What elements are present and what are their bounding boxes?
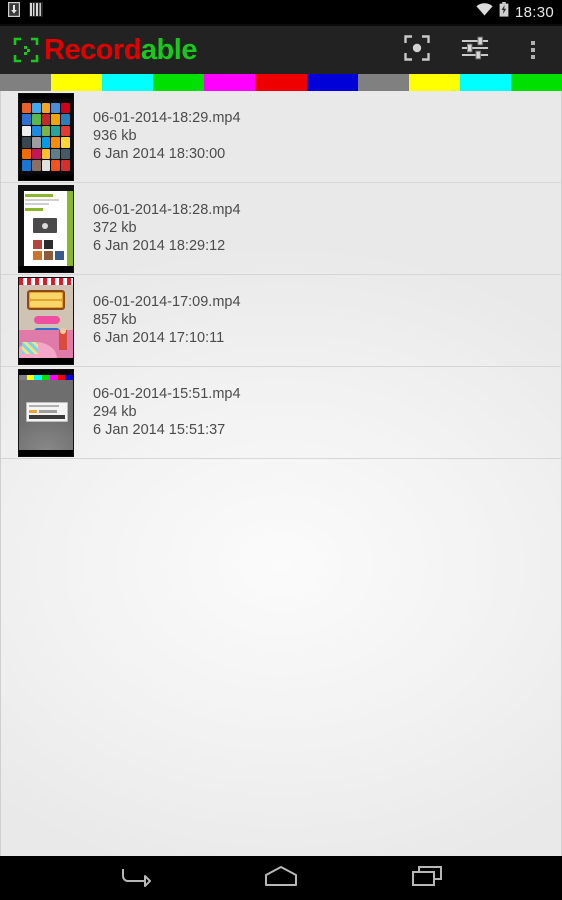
color-bar-segment bbox=[0, 74, 51, 91]
recording-thumbnail bbox=[18, 185, 74, 273]
color-bar-segment bbox=[204, 74, 255, 91]
list-item[interactable]: 06-01-2014-17:09.mp4 857 kb 6 Jan 2014 1… bbox=[1, 275, 561, 367]
color-test-bar bbox=[0, 74, 562, 91]
home-icon bbox=[264, 865, 298, 892]
battery-charging-icon bbox=[499, 2, 509, 22]
recordings-list[interactable]: 06-01-2014-18:29.mp4 936 kb 6 Jan 2014 1… bbox=[0, 91, 562, 856]
recording-date: 6 Jan 2014 18:30:00 bbox=[93, 146, 241, 163]
recording-thumbnail bbox=[18, 93, 74, 181]
recording-meta: 06-01-2014-18:28.mp4 372 kb 6 Jan 2014 1… bbox=[93, 202, 241, 254]
color-bar-segment bbox=[153, 74, 204, 91]
more-vert-icon bbox=[531, 41, 535, 59]
back-arrow-icon bbox=[119, 865, 151, 892]
app-title-part1: Record bbox=[44, 34, 141, 66]
action-bar: Recordable bbox=[0, 26, 562, 74]
recording-date: 6 Jan 2014 18:29:12 bbox=[93, 238, 241, 255]
recording-size: 294 kb bbox=[93, 404, 241, 421]
recording-thumbnail bbox=[18, 369, 74, 457]
download-icon bbox=[8, 2, 20, 22]
color-bar-segment bbox=[307, 74, 358, 91]
recents-icon bbox=[411, 865, 443, 892]
back-button[interactable] bbox=[108, 856, 162, 900]
recording-meta: 06-01-2014-15:51.mp4 294 kb 6 Jan 2014 1… bbox=[93, 386, 241, 438]
recording-size: 857 kb bbox=[93, 312, 241, 329]
recording-thumbnail bbox=[18, 277, 74, 365]
color-bar-segment bbox=[358, 74, 409, 91]
list-item[interactable]: 06-01-2014-18:29.mp4 936 kb 6 Jan 2014 1… bbox=[1, 91, 561, 183]
color-bar-segment bbox=[51, 74, 102, 91]
app-brand: Recordable bbox=[0, 36, 197, 65]
status-bar-left-icons bbox=[8, 2, 43, 22]
record-focus-icon bbox=[404, 35, 430, 66]
overflow-button[interactable] bbox=[504, 26, 562, 74]
recording-filename: 06-01-2014-18:29.mp4 bbox=[93, 110, 241, 127]
sliders-icon bbox=[461, 35, 489, 66]
app-title: Recordable bbox=[44, 36, 197, 65]
status-bar: 18:30 bbox=[0, 0, 562, 24]
settings-button[interactable] bbox=[446, 26, 504, 74]
recents-button[interactable] bbox=[400, 856, 454, 900]
color-bar-segment bbox=[102, 74, 153, 91]
color-bar-segment bbox=[255, 74, 306, 91]
home-button[interactable] bbox=[254, 856, 308, 900]
recording-meta: 06-01-2014-18:29.mp4 936 kb 6 Jan 2014 1… bbox=[93, 110, 241, 162]
app-drawer-icons bbox=[22, 103, 70, 171]
barcode-icon bbox=[29, 2, 43, 22]
recording-size: 372 kb bbox=[93, 220, 241, 237]
list-item[interactable]: 06-01-2014-18:28.mp4 372 kb 6 Jan 2014 1… bbox=[1, 183, 561, 275]
recording-filename: 06-01-2014-17:09.mp4 bbox=[93, 294, 241, 311]
record-button[interactable] bbox=[388, 26, 446, 74]
recording-filename: 06-01-2014-15:51.mp4 bbox=[93, 386, 241, 403]
status-bar-right-icons: 18:30 bbox=[476, 2, 554, 22]
color-bar-segment bbox=[511, 74, 562, 91]
app-title-part2: able bbox=[141, 34, 197, 66]
wifi-icon bbox=[476, 3, 493, 21]
navigation-bar bbox=[0, 856, 562, 900]
color-bar-segment bbox=[409, 74, 460, 91]
recording-date: 6 Jan 2014 15:51:37 bbox=[93, 422, 241, 439]
status-bar-clock: 18:30 bbox=[515, 5, 554, 20]
list-item[interactable]: 06-01-2014-15:51.mp4 294 kb 6 Jan 2014 1… bbox=[1, 367, 561, 459]
recording-filename: 06-01-2014-18:28.mp4 bbox=[93, 202, 241, 219]
color-bar-segment bbox=[460, 74, 511, 91]
recording-date: 6 Jan 2014 17:10:11 bbox=[93, 330, 241, 347]
action-bar-buttons bbox=[388, 26, 562, 74]
recording-meta: 06-01-2014-17:09.mp4 857 kb 6 Jan 2014 1… bbox=[93, 294, 241, 346]
crop-focus-icon bbox=[13, 37, 39, 63]
recording-size: 936 kb bbox=[93, 128, 241, 145]
